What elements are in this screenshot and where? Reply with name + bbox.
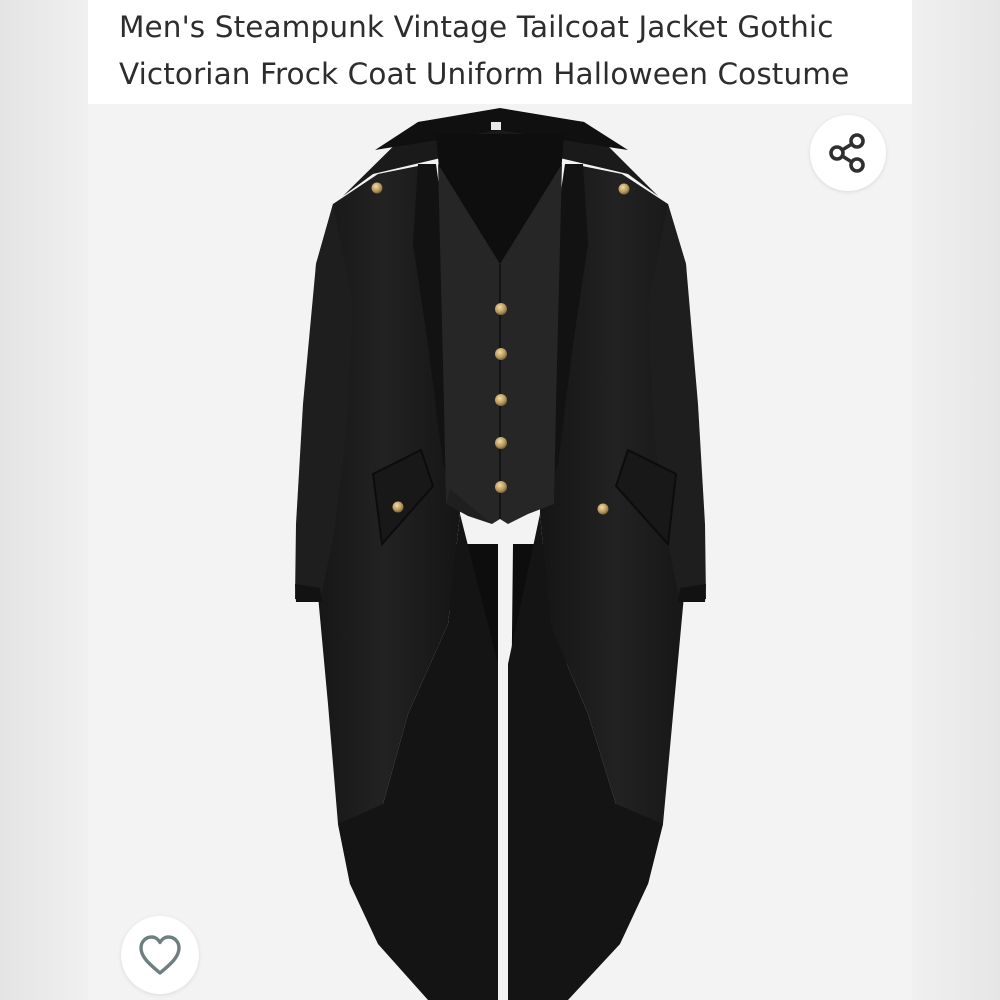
product-image (295, 108, 706, 1000)
wishlist-button[interactable] (121, 916, 199, 994)
right-background (912, 0, 1000, 1000)
heart-outline-icon (139, 935, 181, 975)
product-title: Men's Steampunk Vintage Tailcoat Jacket … (119, 4, 899, 98)
product-image-gallery[interactable] (88, 104, 912, 1000)
product-title-line-1: Men's Steampunk Vintage Tailcoat Jacket … (119, 10, 834, 44)
left-background (0, 0, 88, 1000)
share-icon (829, 133, 865, 173)
share-button[interactable] (810, 115, 886, 191)
product-card: Men's Steampunk Vintage Tailcoat Jacket … (88, 0, 912, 1000)
product-title-line-2: Victorian Frock Coat Uniform Halloween C… (119, 57, 850, 91)
